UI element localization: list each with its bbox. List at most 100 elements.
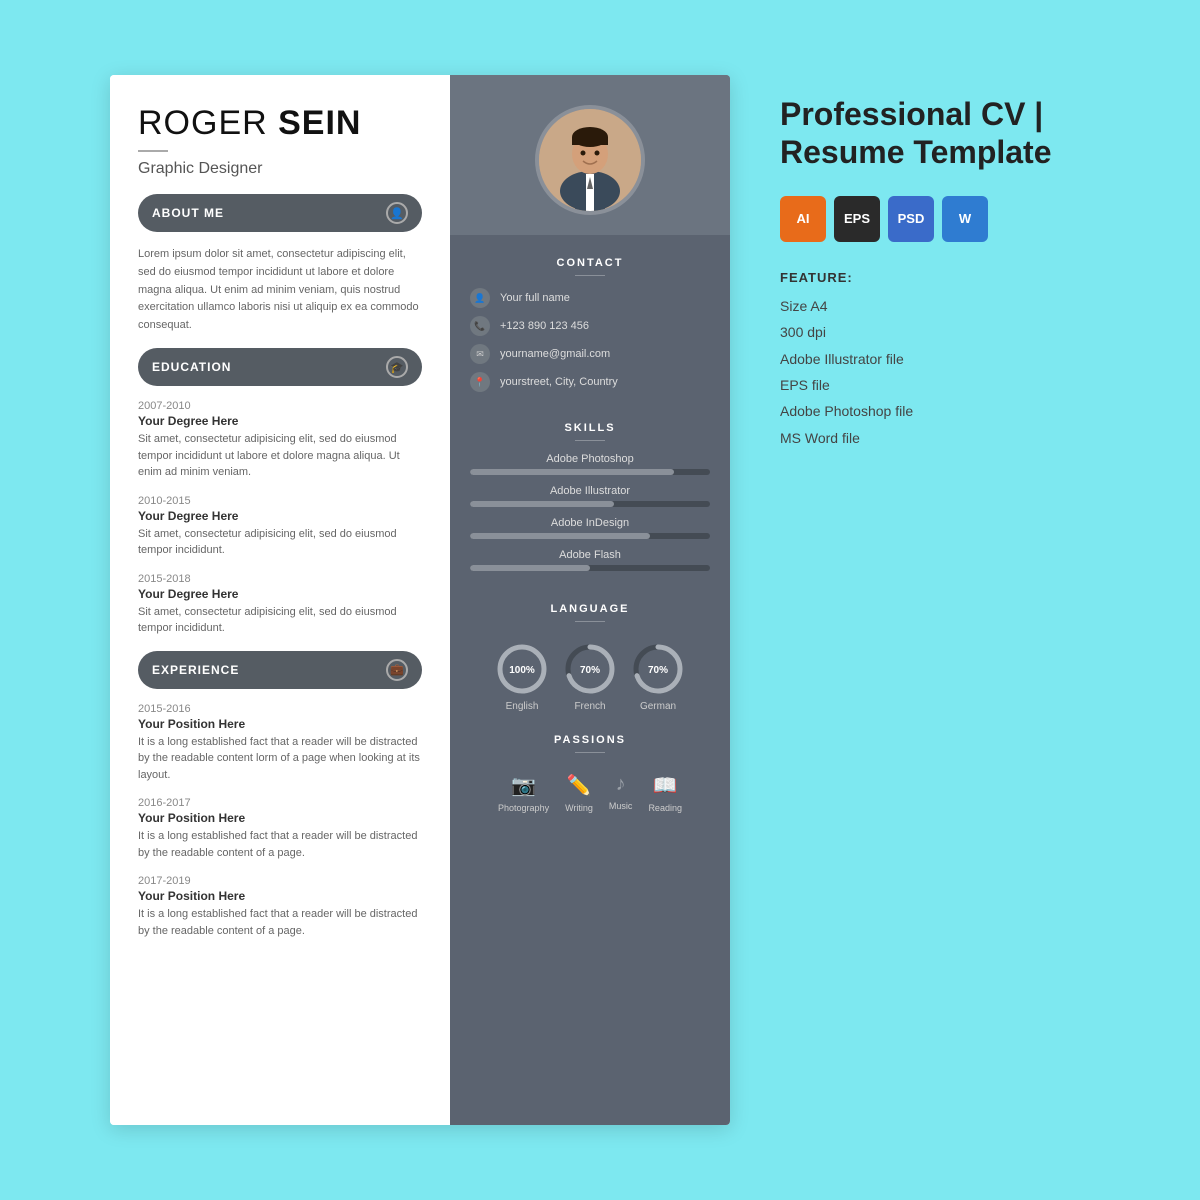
skills-title: SKILLS xyxy=(564,422,615,434)
contact-item-email: ✉ yourname@gmail.com xyxy=(470,344,710,364)
feature-psd: Adobe Photoshop file xyxy=(780,400,1080,422)
contact-email-icon: ✉ xyxy=(470,344,490,364)
lang-english-circle: 100% xyxy=(495,642,549,696)
lang-french-circle: 70% xyxy=(563,642,617,696)
passions-title: PASSIONS xyxy=(554,734,626,746)
book-icon: 📖 xyxy=(653,773,678,798)
skill-illustrator-label: Adobe Illustrator xyxy=(470,485,710,497)
badge-eps: EPS xyxy=(834,196,880,242)
language-title: LANGUAGE xyxy=(551,603,630,615)
cv-card: ROGER SEIN Graphic Designer ABOUT ME 👤 L… xyxy=(110,75,730,1125)
skill-illustrator-bar xyxy=(470,501,710,507)
exp-entry-3: 2017-2019 Your Position Here It is a lon… xyxy=(138,875,422,939)
contact-phone-icon: 📞 xyxy=(470,316,490,336)
feature-eps: EPS file xyxy=(780,374,1080,396)
passion-reading-label: Reading xyxy=(648,803,682,813)
passion-writing: ✏️ Writing xyxy=(565,773,593,813)
contact-email-text: yourname@gmail.com xyxy=(500,348,610,360)
about-me-label: ABOUT ME xyxy=(152,206,224,220)
contact-name-text: Your full name xyxy=(500,292,570,304)
svg-text:100%: 100% xyxy=(509,665,535,676)
full-name: ROGER SEIN xyxy=(138,105,422,142)
feature-title: FEATURE: xyxy=(780,270,1080,285)
edu-desc-2: Sit amet, consectetur adipisicing elit, … xyxy=(138,526,422,559)
passion-photography: 📷 Photography xyxy=(498,773,549,813)
about-me-icon: 👤 xyxy=(386,202,408,224)
contact-title: CONTACT xyxy=(557,257,624,269)
skill-illustrator: Adobe Illustrator xyxy=(470,485,710,507)
edu-title-2: Your Degree Here xyxy=(138,509,422,523)
lang-french: 70% French xyxy=(563,642,617,712)
edu-entry-2: 2010-2015 Your Degree Here Sit amet, con… xyxy=(138,495,422,559)
about-me-header: ABOUT ME 👤 xyxy=(138,194,422,232)
contact-person-icon: 👤 xyxy=(470,288,490,308)
skill-indesign-fill xyxy=(470,533,650,539)
lang-english: 100% English xyxy=(495,642,549,712)
passion-music: ♪ Music xyxy=(609,773,633,813)
name-title: ROGER SEIN Graphic Designer xyxy=(138,105,422,178)
feature-section: FEATURE: Size A4 300 dpi Adobe Illustrat… xyxy=(780,270,1080,449)
exp-entry-2: 2016-2017 Your Position Here It is a lon… xyxy=(138,797,422,861)
exp-title-3: Your Position Here xyxy=(138,889,422,903)
exp-year-1: 2015-2016 xyxy=(138,703,422,715)
skill-flash-fill xyxy=(470,565,590,571)
photo-area xyxy=(450,75,730,235)
exp-title-2: Your Position Here xyxy=(138,811,422,825)
experience-label: EXPERIENCE xyxy=(152,663,239,677)
contact-phone-text: +123 890 123 456 xyxy=(500,320,589,332)
contact-list: 👤 Your full name 📞 +123 890 123 456 ✉ yo… xyxy=(450,288,730,400)
format-badges: AI EPS PSD W xyxy=(780,196,1080,242)
contact-item-name: 👤 Your full name xyxy=(470,288,710,308)
passion-reading: 📖 Reading xyxy=(648,773,682,813)
feature-dpi: 300 dpi xyxy=(780,321,1080,343)
edu-title-1: Your Degree Here xyxy=(138,414,422,428)
edu-entry-1: 2007-2010 Your Degree Here Sit amet, con… xyxy=(138,400,422,481)
feature-word: MS Word file xyxy=(780,427,1080,449)
education-icon: 🎓 xyxy=(386,356,408,378)
language-circles: 100% English 70% Fre xyxy=(460,642,720,712)
lang-english-label: English xyxy=(506,701,539,712)
last-name: SEIN xyxy=(278,104,361,142)
camera-icon: 📷 xyxy=(511,773,536,798)
exp-desc-1: It is a long established fact that a rea… xyxy=(138,734,422,784)
lang-french-label: French xyxy=(574,701,605,712)
info-panel: Professional CV | Resume Template AI EPS… xyxy=(770,75,1090,473)
exp-year-3: 2017-2019 xyxy=(138,875,422,887)
experience-icon: 💼 xyxy=(386,659,408,681)
edu-desc-1: Sit amet, consectetur adipisicing elit, … xyxy=(138,431,422,481)
contact-divider xyxy=(575,275,605,276)
first-name: ROGER xyxy=(138,104,278,142)
exp-desc-2: It is a long established fact that a rea… xyxy=(138,828,422,861)
about-me-text: Lorem ipsum dolor sit amet, consectetur … xyxy=(138,246,422,334)
skill-photoshop-label: Adobe Photoshop xyxy=(470,453,710,465)
exp-title-1: Your Position Here xyxy=(138,717,422,731)
lang-german: 70% German xyxy=(631,642,685,712)
passion-music-label: Music xyxy=(609,801,633,811)
feature-list: Size A4 300 dpi Adobe Illustrator file E… xyxy=(780,295,1080,449)
skill-photoshop-fill xyxy=(470,469,674,475)
skill-indesign: Adobe InDesign xyxy=(470,517,710,539)
contact-address-text: yourstreet, City, Country xyxy=(500,376,618,388)
right-panel: CONTACT 👤 Your full name 📞 +123 890 123 … xyxy=(450,75,730,1125)
svg-text:70%: 70% xyxy=(580,665,600,676)
skill-flash-bar xyxy=(470,565,710,571)
skill-flash-label: Adobe Flash xyxy=(470,549,710,561)
edu-year-3: 2015-2018 xyxy=(138,573,422,585)
passions-divider xyxy=(575,752,605,753)
product-title: Professional CV | Resume Template xyxy=(780,95,1080,172)
main-container: ROGER SEIN Graphic Designer ABOUT ME 👤 L… xyxy=(70,35,1130,1165)
language-section: 100% English 70% Fre xyxy=(450,634,730,712)
skill-illustrator-fill xyxy=(470,501,614,507)
exp-entry-1: 2015-2016 Your Position Here It is a lon… xyxy=(138,703,422,784)
edu-entry-3: 2015-2018 Your Degree Here Sit amet, con… xyxy=(138,573,422,637)
edu-year-2: 2010-2015 xyxy=(138,495,422,507)
feature-ai: Adobe Illustrator file xyxy=(780,348,1080,370)
exp-desc-3: It is a long established fact that a rea… xyxy=(138,906,422,939)
music-icon: ♪ xyxy=(616,773,626,796)
profile-photo xyxy=(535,105,645,215)
language-divider xyxy=(575,621,605,622)
job-title: Graphic Designer xyxy=(138,160,422,178)
contact-item-address: 📍 yourstreet, City, Country xyxy=(470,372,710,392)
edu-desc-3: Sit amet, consectetur adipisicing elit, … xyxy=(138,604,422,637)
passion-writing-label: Writing xyxy=(565,803,593,813)
